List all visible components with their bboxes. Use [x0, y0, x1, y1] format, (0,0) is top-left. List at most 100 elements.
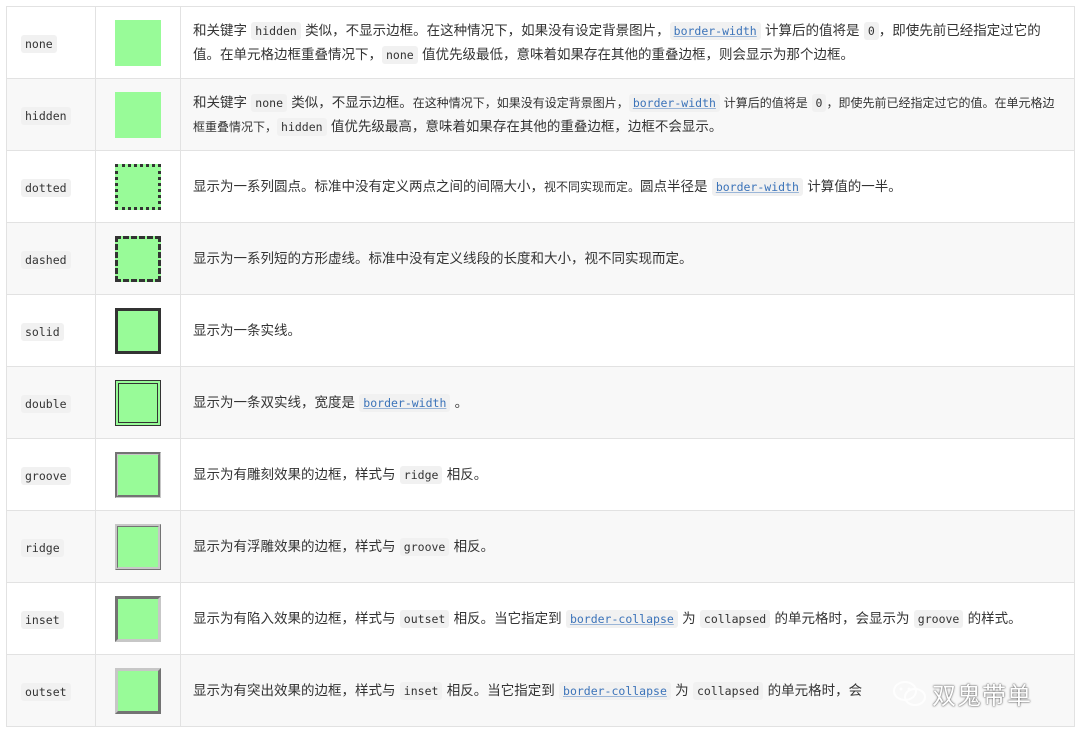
inline-code: groove: [399, 537, 450, 556]
keyword-code: none: [21, 35, 57, 53]
demo-cell: [95, 78, 181, 151]
table-row: dotted 显示为一系列圆点。标准中没有定义两点之间的间隔大小，视不同实现而定。…: [6, 150, 1075, 223]
description-text: 显示为有陷入效果的边框，样式与: [193, 610, 400, 627]
description-text: 类似，不显示边框。在这种情况下，如果没有设定背景图片，: [300, 22, 670, 39]
table-row: inset 显示为有陷入效果的边框，样式与 outset 相反。当它指定到 bor…: [6, 582, 1075, 655]
description-text: 和关键字: [193, 22, 252, 39]
border-swatch-ridge: [115, 523, 161, 570]
keyword-cell: ridge: [6, 510, 96, 583]
description-text: 类似，不显示边框。: [287, 94, 413, 111]
description-cell: 和关键字 hidden 类似，不显示边框。在这种情况下，如果没有设定背景图片， b…: [180, 6, 1075, 79]
watermark: 双鬼带单: [892, 676, 1052, 712]
property-link[interactable]: border-width: [359, 393, 451, 412]
description-text: 为: [670, 682, 693, 699]
description-cell: 显示为有浮雕效果的边框，样式与 groove 相反。: [180, 510, 1075, 583]
demo-cell: [95, 438, 181, 511]
description-text: 显示为有浮雕效果的边框，样式与: [193, 538, 400, 555]
demo-cell: [95, 222, 181, 295]
inline-code: groove: [913, 609, 964, 628]
inline-code: hidden: [277, 117, 327, 136]
border-swatch-groove: [115, 451, 161, 498]
description-text: 值优先级最高，意味着如果存在其他的重叠边框，边框不会显示。: [326, 118, 723, 135]
demo-cell: [95, 510, 181, 583]
description-text: 。: [450, 394, 469, 411]
description-text: 圆点半径是: [640, 178, 712, 195]
description-text: 为: [677, 610, 700, 627]
border-swatch-hidden: [115, 91, 161, 138]
inline-code: ridge: [399, 465, 443, 484]
inline-code: collapsed: [699, 609, 771, 628]
keyword-code: solid: [21, 323, 64, 341]
description-cell: 显示为一条实线。: [180, 294, 1075, 367]
description-text: 视不同实现而定。: [544, 179, 641, 194]
description-cell: 显示为一系列短的方形虚线。标准中没有定义线段的长度和大小，视不同实现而定。: [180, 222, 1075, 295]
table-row: solid 显示为一条实线。: [6, 294, 1075, 367]
border-swatch-none: [115, 19, 161, 66]
description-text: 在这种情况下，如果没有设定背景图片，: [412, 95, 629, 110]
description-text: 计算后的值将是: [760, 22, 864, 39]
property-link[interactable]: border-collapse: [565, 609, 678, 628]
keyword-code: groove: [21, 467, 71, 485]
description-text: 值优先级最低，意味着如果存在其他的重叠边框，则会显示为那个边框。: [417, 46, 854, 63]
description-text: 的样式。: [963, 610, 1022, 627]
watermark-text: 双鬼带单: [932, 682, 1032, 710]
demo-cell: [95, 6, 181, 79]
keyword-code: outset: [21, 683, 71, 701]
keyword-cell: none: [6, 6, 96, 79]
description-text: 相反。: [442, 466, 488, 483]
demo-cell: [95, 582, 181, 655]
description-cell: 显示为有陷入效果的边框，样式与 outset 相反。当它指定到 border-c…: [180, 582, 1075, 655]
border-swatch-dotted: [115, 163, 161, 210]
table-row: ridge 显示为有浮雕效果的边框，样式与 groove 相反。: [6, 510, 1075, 583]
description-cell: 显示为一系列圆点。标准中没有定义两点之间的间隔大小，视不同实现而定。圆点半径是 …: [180, 150, 1075, 223]
description-text: 显示为一系列圆点。标准中没有定义两点之间的间隔大小，: [193, 178, 544, 195]
table-row: double 显示为一条双实线，宽度是 border-width 。: [6, 366, 1075, 439]
description-text: 显示为一系列短的方形虚线。标准中没有定义线段的长度和大小，视不同实现而定。: [193, 250, 693, 267]
keyword-code: dashed: [21, 251, 71, 269]
property-link[interactable]: border-collapse: [559, 681, 671, 700]
keyword-cell: double: [6, 366, 96, 439]
keyword-cell: groove: [6, 438, 96, 511]
inline-code: 0: [863, 21, 879, 40]
keyword-code: double: [21, 395, 71, 413]
table-row: dashed 显示为一系列短的方形虚线。标准中没有定义线段的长度和大小，视不同实现…: [6, 222, 1075, 295]
keyword-cell: hidden: [6, 78, 96, 151]
description-text: 相反。当它指定到: [449, 610, 566, 627]
description-text: 显示为一条双实线，宽度是: [193, 394, 360, 411]
inline-code: collapsed: [692, 681, 764, 700]
property-link[interactable]: border-width: [711, 177, 803, 196]
border-swatch-dashed: [115, 235, 161, 282]
inline-code: none: [251, 93, 287, 112]
table-row: hidden 和关键字 none 类似，不显示边框。在这种情况下，如果没有设定背景…: [6, 78, 1075, 151]
table-row: none 和关键字 hidden 类似，不显示边框。在这种情况下，如果没有设定背景…: [6, 6, 1075, 79]
table-row: groove 显示为有雕刻效果的边框，样式与 ridge 相反。: [6, 438, 1075, 511]
description-text: 显示为有雕刻效果的边框，样式与: [193, 466, 400, 483]
description-cell: 和关键字 none 类似，不显示边框。在这种情况下，如果没有设定背景图片， bor…: [180, 78, 1075, 151]
table-body: none 和关键字 hidden 类似，不显示边框。在这种情况下，如果没有设定背景…: [6, 6, 1075, 727]
keyword-cell: outset: [6, 654, 96, 727]
description-text: 计算后的值将是: [719, 95, 812, 110]
description-text: 相反。当它指定到: [442, 682, 560, 699]
inline-code: inset: [399, 681, 443, 700]
description-text: 和关键字: [193, 94, 252, 111]
description-text: 的单元格时，会: [763, 682, 863, 699]
keyword-cell: inset: [6, 582, 96, 655]
demo-cell: [95, 654, 181, 727]
keyword-code: inset: [21, 611, 64, 629]
description-text: 显示为一条实线。: [193, 322, 301, 339]
keyword-code: dotted: [21, 179, 71, 197]
border-swatch-solid: [115, 307, 161, 354]
border-swatch-outset: [115, 667, 161, 714]
property-link[interactable]: border-width: [669, 21, 761, 40]
keyword-code: hidden: [21, 107, 71, 125]
keyword-code: ridge: [21, 539, 64, 557]
description-text: 计算值的一半。: [802, 178, 902, 195]
description-text: 的单元格时，会显示为: [770, 610, 914, 627]
description-cell: 显示为有雕刻效果的边框，样式与 ridge 相反。: [180, 438, 1075, 511]
keyword-cell: dotted: [6, 150, 96, 223]
description-text: 相反。: [449, 538, 495, 555]
property-link[interactable]: border-width: [628, 93, 720, 112]
border-swatch-inset: [115, 595, 161, 642]
keyword-cell: dashed: [6, 222, 96, 295]
inline-code: outset: [399, 609, 450, 628]
